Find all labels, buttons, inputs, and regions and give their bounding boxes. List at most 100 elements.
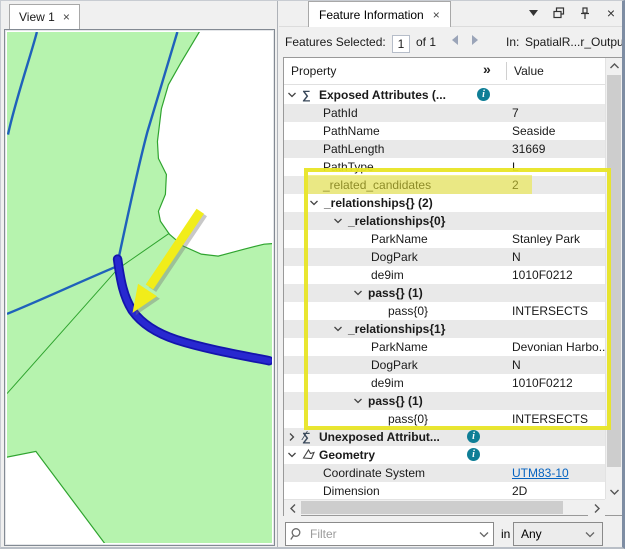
property-value: 31669 [512, 142, 545, 156]
scroll-down-button[interactable] [606, 484, 623, 500]
property-value: L [512, 160, 519, 174]
scroll-up-button[interactable] [606, 58, 623, 74]
grid-row[interactable]: de9im 1010F0212 [284, 266, 605, 284]
property-label: Unexposed Attribut... [319, 430, 440, 444]
grid-row[interactable]: DogParkN [284, 356, 605, 374]
property-label: PathId [323, 106, 358, 120]
grid-row[interactable]: pass{0}INTERSECTS [284, 410, 605, 428]
close-panel-icon[interactable]: × [604, 6, 618, 20]
info-icon[interactable]: i [467, 448, 480, 461]
panel-window-controls: × [526, 6, 618, 20]
chevron-down-icon[interactable] [353, 396, 368, 406]
grid-row[interactable]: de9im 1010F0212 [284, 374, 605, 392]
chevron-down-icon[interactable] [287, 90, 302, 100]
grid-row[interactable]: Coordinate SystemUTM83-10 [284, 464, 605, 482]
horizontal-scroll-thumb[interactable] [301, 501, 563, 514]
expand-columns-button[interactable]: » [483, 61, 491, 77]
chevron-down-icon[interactable] [479, 531, 489, 538]
tab-feature-information[interactable]: Feature Information × [308, 1, 451, 27]
pin-icon[interactable] [578, 6, 592, 20]
filter-input[interactable] [308, 526, 479, 542]
property-label: Exposed Attributes (... [319, 88, 446, 102]
grid-row[interactable]: Dimension 2D [284, 482, 605, 500]
chevron-down-icon[interactable] [333, 324, 348, 334]
grid-row[interactable]: i ∑Exposed Attributes (... [284, 86, 605, 104]
chevron-down-icon[interactable] [287, 450, 302, 460]
tab-view-1-label: View 1 [19, 10, 55, 24]
vertical-scroll-thumb[interactable] [607, 75, 621, 467]
grid-row[interactable]: PathNameSeaside [284, 122, 605, 140]
grid-rows: i ∑Exposed Attributes (... PathId 7 PathName… [284, 86, 605, 500]
property-label: pass{} (1) [368, 286, 423, 300]
grid-row[interactable]: pass{0}INTERSECTS [284, 302, 605, 320]
filter-scope-dropdown[interactable]: Any [513, 522, 603, 546]
property-value: 7 [512, 106, 519, 120]
info-icon[interactable]: i [477, 88, 490, 101]
grid-row[interactable]: _relationships{0} [284, 212, 605, 230]
chevron-right-icon[interactable] [287, 432, 302, 442]
property-value: 2D [512, 484, 527, 498]
exposed-attributes-icon: ∑ [302, 89, 319, 101]
feature-count-label: of 1 [416, 35, 436, 49]
chevron-down-icon[interactable] [353, 288, 368, 298]
chevron-down-icon[interactable] [333, 216, 348, 226]
grid-row[interactable]: ParkNameStanley Park [284, 230, 605, 248]
property-value: Seaside [512, 124, 555, 138]
property-value: 1010F0212 [512, 268, 573, 282]
property-label: PathLength [323, 142, 384, 156]
vertical-scrollbar[interactable] [605, 58, 622, 500]
grid-row[interactable]: PathTypeL [284, 158, 605, 176]
property-value: 1010F0212 [512, 376, 573, 390]
column-divider[interactable] [506, 62, 507, 80]
dropdown-caret-icon[interactable] [526, 6, 540, 20]
grid-row[interactable]: _relationships{} (2) [284, 194, 605, 212]
float-window-icon[interactable] [552, 6, 566, 20]
property-label: de9im [371, 376, 404, 390]
features-selected-label: Features Selected: [285, 35, 386, 49]
grid-row[interactable]: PathLength 31669 [284, 140, 605, 158]
property-label: de9im [371, 268, 404, 282]
map-drawing [7, 32, 272, 543]
previous-feature-button[interactable] [452, 35, 458, 45]
grid-row[interactable]: i ∑∕Unexposed Attribut... [284, 428, 605, 446]
property-grid: Property » Value i ∑Exposed Attributes (.… [283, 57, 623, 516]
horizontal-scrollbar[interactable] [284, 499, 605, 515]
filter-combobox[interactable] [285, 522, 494, 546]
chevron-down-icon[interactable] [309, 198, 324, 208]
feature-info-tabbar: Feature Information × × [279, 1, 625, 27]
grid-row[interactable]: DogParkN [284, 248, 605, 266]
property-label: Dimension [323, 484, 380, 498]
coordinate-system-link[interactable]: UTM83-10 [512, 466, 569, 480]
value-column-header[interactable]: Value [514, 64, 544, 78]
scroll-left-button[interactable] [284, 500, 301, 516]
in-label: In: [506, 35, 519, 49]
property-label: ParkName [371, 340, 428, 354]
grid-row[interactable]: ParkNameDevonian Harbo... [284, 338, 605, 356]
property-label: _relationships{1} [348, 322, 445, 336]
tab-feature-information-label: Feature Information [319, 8, 424, 22]
unexposed-attributes-icon: ∑∕ [302, 431, 319, 443]
grid-row[interactable]: PathId 7 [284, 104, 605, 122]
grid-row[interactable]: _relationships{1} [284, 320, 605, 338]
property-value: INTERSECTS [512, 304, 588, 318]
property-column-header[interactable]: Property [291, 64, 336, 78]
property-label: Geometry [319, 448, 375, 462]
close-icon[interactable]: × [63, 11, 70, 23]
info-icon[interactable]: i [467, 430, 480, 443]
property-label: _relationships{0} [348, 214, 445, 228]
next-feature-button[interactable] [472, 35, 478, 45]
grid-row[interactable]: _related_candidates2 [284, 176, 605, 194]
scroll-right-button[interactable] [588, 500, 605, 516]
property-label: _related_candidates [323, 178, 431, 192]
tab-view-1[interactable]: View 1 × [9, 4, 80, 29]
grid-row[interactable]: pass{} (1) [284, 392, 605, 410]
property-value: N [512, 250, 521, 264]
grid-row[interactable]: pass{} (1) [284, 284, 605, 302]
property-value: INTERSECTS [512, 412, 588, 426]
close-icon[interactable]: × [433, 9, 440, 21]
feature-index-box[interactable]: 1 [392, 35, 410, 53]
grid-row[interactable]: i Geometry [284, 446, 605, 464]
app-window: View 1 × [0, 0, 625, 549]
map-canvas[interactable] [4, 29, 275, 546]
feature-info-panel: Feature Information × × [279, 1, 625, 549]
